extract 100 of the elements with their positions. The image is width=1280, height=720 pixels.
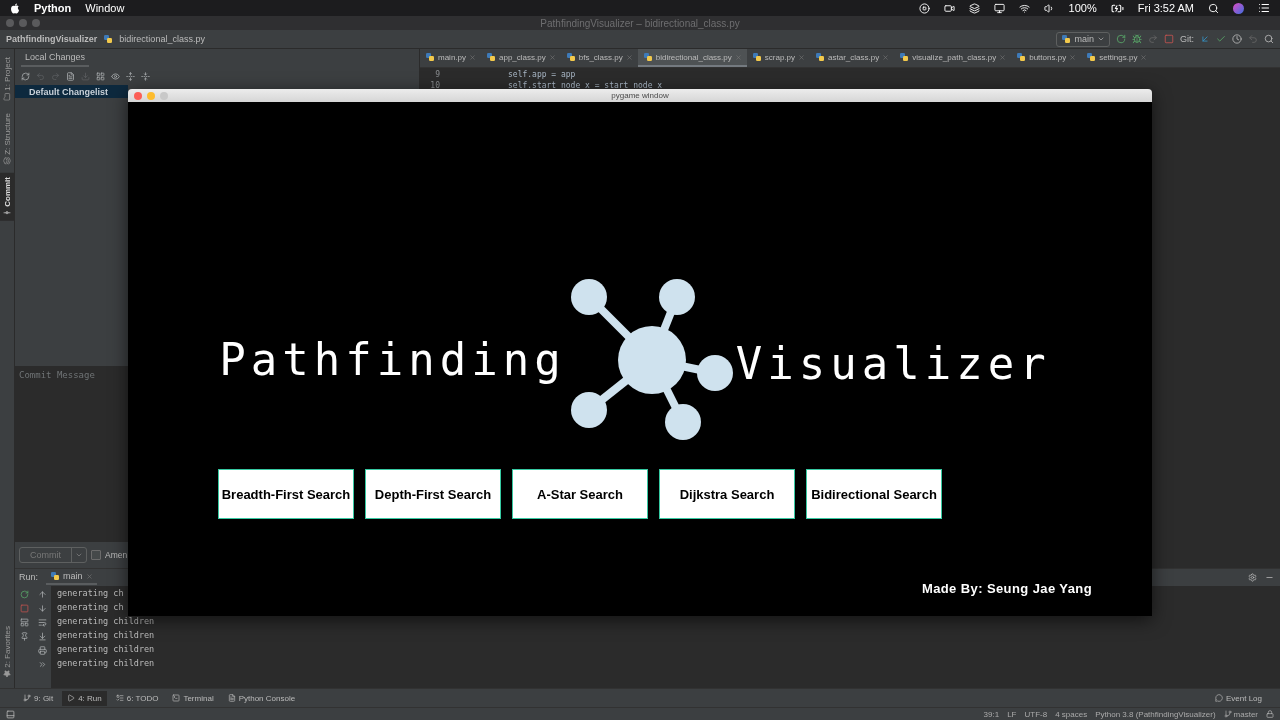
panel-icon[interactable] bbox=[6, 709, 15, 719]
status-item[interactable]: Python 3.8 (PathfindingVisualizer) bbox=[1095, 709, 1216, 719]
eye-icon[interactable] bbox=[111, 71, 120, 81]
commit-message-field[interactable]: Commit Message bbox=[15, 365, 128, 542]
tool-window-button[interactable]: Python Console bbox=[222, 690, 301, 706]
app-title: Pathfinding bbox=[219, 334, 566, 385]
stop-icon[interactable] bbox=[1164, 34, 1174, 44]
close-control[interactable] bbox=[6, 19, 14, 27]
breadcrumb-item[interactable]: PathfindingVisualizer bbox=[6, 34, 98, 44]
grid-icon[interactable] bbox=[96, 71, 105, 81]
tool-icon bbox=[67, 694, 76, 702]
editor-tab[interactable]: settings.py bbox=[1081, 49, 1153, 67]
credit-text: Made By: Seung Jae Yang bbox=[921, 581, 1092, 596]
algorithm-button[interactable]: A-Star Search bbox=[512, 469, 648, 519]
monitor-icon[interactable] bbox=[993, 2, 1005, 14]
apple-logo-icon[interactable] bbox=[10, 2, 20, 14]
close-icon[interactable] bbox=[469, 53, 476, 61]
layers-icon[interactable] bbox=[968, 2, 980, 14]
algorithm-button[interactable]: Dijkstra Search bbox=[659, 469, 795, 519]
editor-tab[interactable]: bidirectional_class.py bbox=[637, 49, 747, 67]
tool-icon bbox=[3, 92, 11, 101]
update-arrow-icon[interactable] bbox=[1200, 34, 1210, 44]
zoom-control[interactable] bbox=[32, 19, 40, 27]
volume-icon[interactable] bbox=[1043, 2, 1055, 14]
search-icon[interactable] bbox=[1208, 2, 1219, 14]
console-line: generating children bbox=[57, 657, 155, 670]
rerun-icon[interactable] bbox=[19, 589, 29, 599]
breadcrumb-item[interactable]: bidirectional_class.py bbox=[119, 34, 205, 44]
close-icon[interactable] bbox=[1140, 53, 1148, 61]
settings-icon[interactable] bbox=[1248, 572, 1257, 582]
layout-icon[interactable] bbox=[19, 617, 29, 627]
run-config-dropdown[interactable]: main bbox=[1056, 31, 1110, 47]
print-icon[interactable] bbox=[37, 645, 47, 655]
wifi-icon[interactable] bbox=[1018, 2, 1030, 14]
tool-window-tab[interactable]: Z: Structure bbox=[0, 108, 14, 169]
close-icon[interactable] bbox=[798, 53, 806, 61]
editor-tab[interactable]: bfs_class.py bbox=[560, 49, 638, 67]
status-item[interactable]: LF bbox=[1007, 709, 1017, 719]
up-arrow-icon[interactable] bbox=[37, 589, 47, 599]
status-item[interactable]: UTF-8 bbox=[1024, 709, 1048, 719]
editor-tab[interactable]: astar_class.py bbox=[810, 49, 895, 67]
document-icon[interactable] bbox=[66, 71, 75, 81]
close-icon[interactable] bbox=[85, 572, 93, 580]
line-number: 10 bbox=[429, 81, 440, 90]
close-icon[interactable] bbox=[625, 53, 633, 61]
more-icon[interactable] bbox=[37, 659, 47, 669]
collapse-icon[interactable] bbox=[141, 71, 150, 81]
algorithm-button[interactable]: Bidirectional Search bbox=[806, 469, 942, 519]
rerun-icon[interactable] bbox=[1116, 34, 1126, 44]
scroll-end-icon[interactable] bbox=[37, 631, 47, 641]
record-icon[interactable] bbox=[918, 2, 930, 14]
history-icon[interactable] bbox=[1232, 34, 1242, 44]
close-icon[interactable] bbox=[999, 53, 1007, 61]
siri-icon[interactable] bbox=[1233, 2, 1244, 14]
python-file-icon bbox=[425, 52, 435, 62]
menubar-clock[interactable]: Fri 3:52 AM bbox=[1137, 2, 1194, 14]
minimize-control[interactable] bbox=[19, 19, 27, 27]
close-control[interactable] bbox=[134, 92, 142, 100]
menu-item[interactable]: Window bbox=[85, 2, 125, 14]
editor-tab[interactable]: visualize_path_class.py bbox=[894, 49, 1012, 67]
tool-window-button[interactable]: Terminal bbox=[167, 690, 219, 706]
branch-widget[interactable]: master bbox=[1223, 709, 1258, 719]
editor-tab[interactable]: main.py bbox=[420, 49, 481, 67]
app-menu[interactable]: Python bbox=[34, 2, 72, 14]
python-file-icon bbox=[642, 52, 653, 62]
status-item[interactable]: 39:1 bbox=[983, 709, 1000, 719]
tool-window-button[interactable]: 4: Run bbox=[62, 690, 107, 706]
algorithm-button[interactable]: Depth-First Search bbox=[365, 469, 501, 519]
algorithm-button[interactable]: Breadth-First Search bbox=[218, 469, 354, 519]
tool-window-tab[interactable]: Commit bbox=[0, 172, 14, 221]
menu-icon[interactable] bbox=[1258, 2, 1270, 14]
stop-icon[interactable] bbox=[19, 603, 29, 613]
tool-window-button[interactable]: 9: Git bbox=[18, 690, 59, 706]
run-tab[interactable]: main bbox=[46, 569, 97, 586]
panel-tab[interactable]: Local Changes bbox=[21, 49, 90, 67]
status-item[interactable]: 4 spaces bbox=[1055, 709, 1088, 719]
run-label: Run: bbox=[19, 572, 38, 583]
editor-tab[interactable]: buttons.py bbox=[1011, 49, 1082, 67]
expand-icon[interactable] bbox=[126, 71, 135, 81]
wrap-icon[interactable] bbox=[37, 617, 47, 627]
lock-icon[interactable] bbox=[1266, 710, 1274, 718]
tool-window-tab[interactable]: 2: Favorites bbox=[0, 622, 14, 682]
close-icon[interactable] bbox=[548, 53, 556, 61]
tool-window-button[interactable]: 6: TODO bbox=[110, 690, 164, 706]
amend-checkbox[interactable] bbox=[91, 549, 101, 560]
bug-icon[interactable] bbox=[1132, 34, 1142, 44]
video-camera-icon[interactable] bbox=[943, 2, 955, 14]
close-icon[interactable] bbox=[1069, 53, 1077, 61]
tool-window-tab[interactable]: 1: Project bbox=[0, 53, 14, 105]
pin-icon[interactable] bbox=[19, 631, 29, 641]
close-icon[interactable] bbox=[882, 53, 890, 61]
editor-tab[interactable]: scrap.py bbox=[746, 49, 811, 67]
python-file-icon bbox=[50, 571, 60, 582]
editor-tab[interactable]: app_class.py bbox=[481, 49, 561, 67]
tool-icon bbox=[3, 208, 11, 217]
changelist-row[interactable]: Default Changelist bbox=[15, 85, 128, 98]
refresh-icon[interactable] bbox=[21, 71, 30, 81]
event-log-button[interactable]: Event Log bbox=[1214, 693, 1262, 703]
check-icon[interactable] bbox=[1216, 34, 1226, 44]
down-arrow-icon[interactable] bbox=[37, 603, 47, 613]
